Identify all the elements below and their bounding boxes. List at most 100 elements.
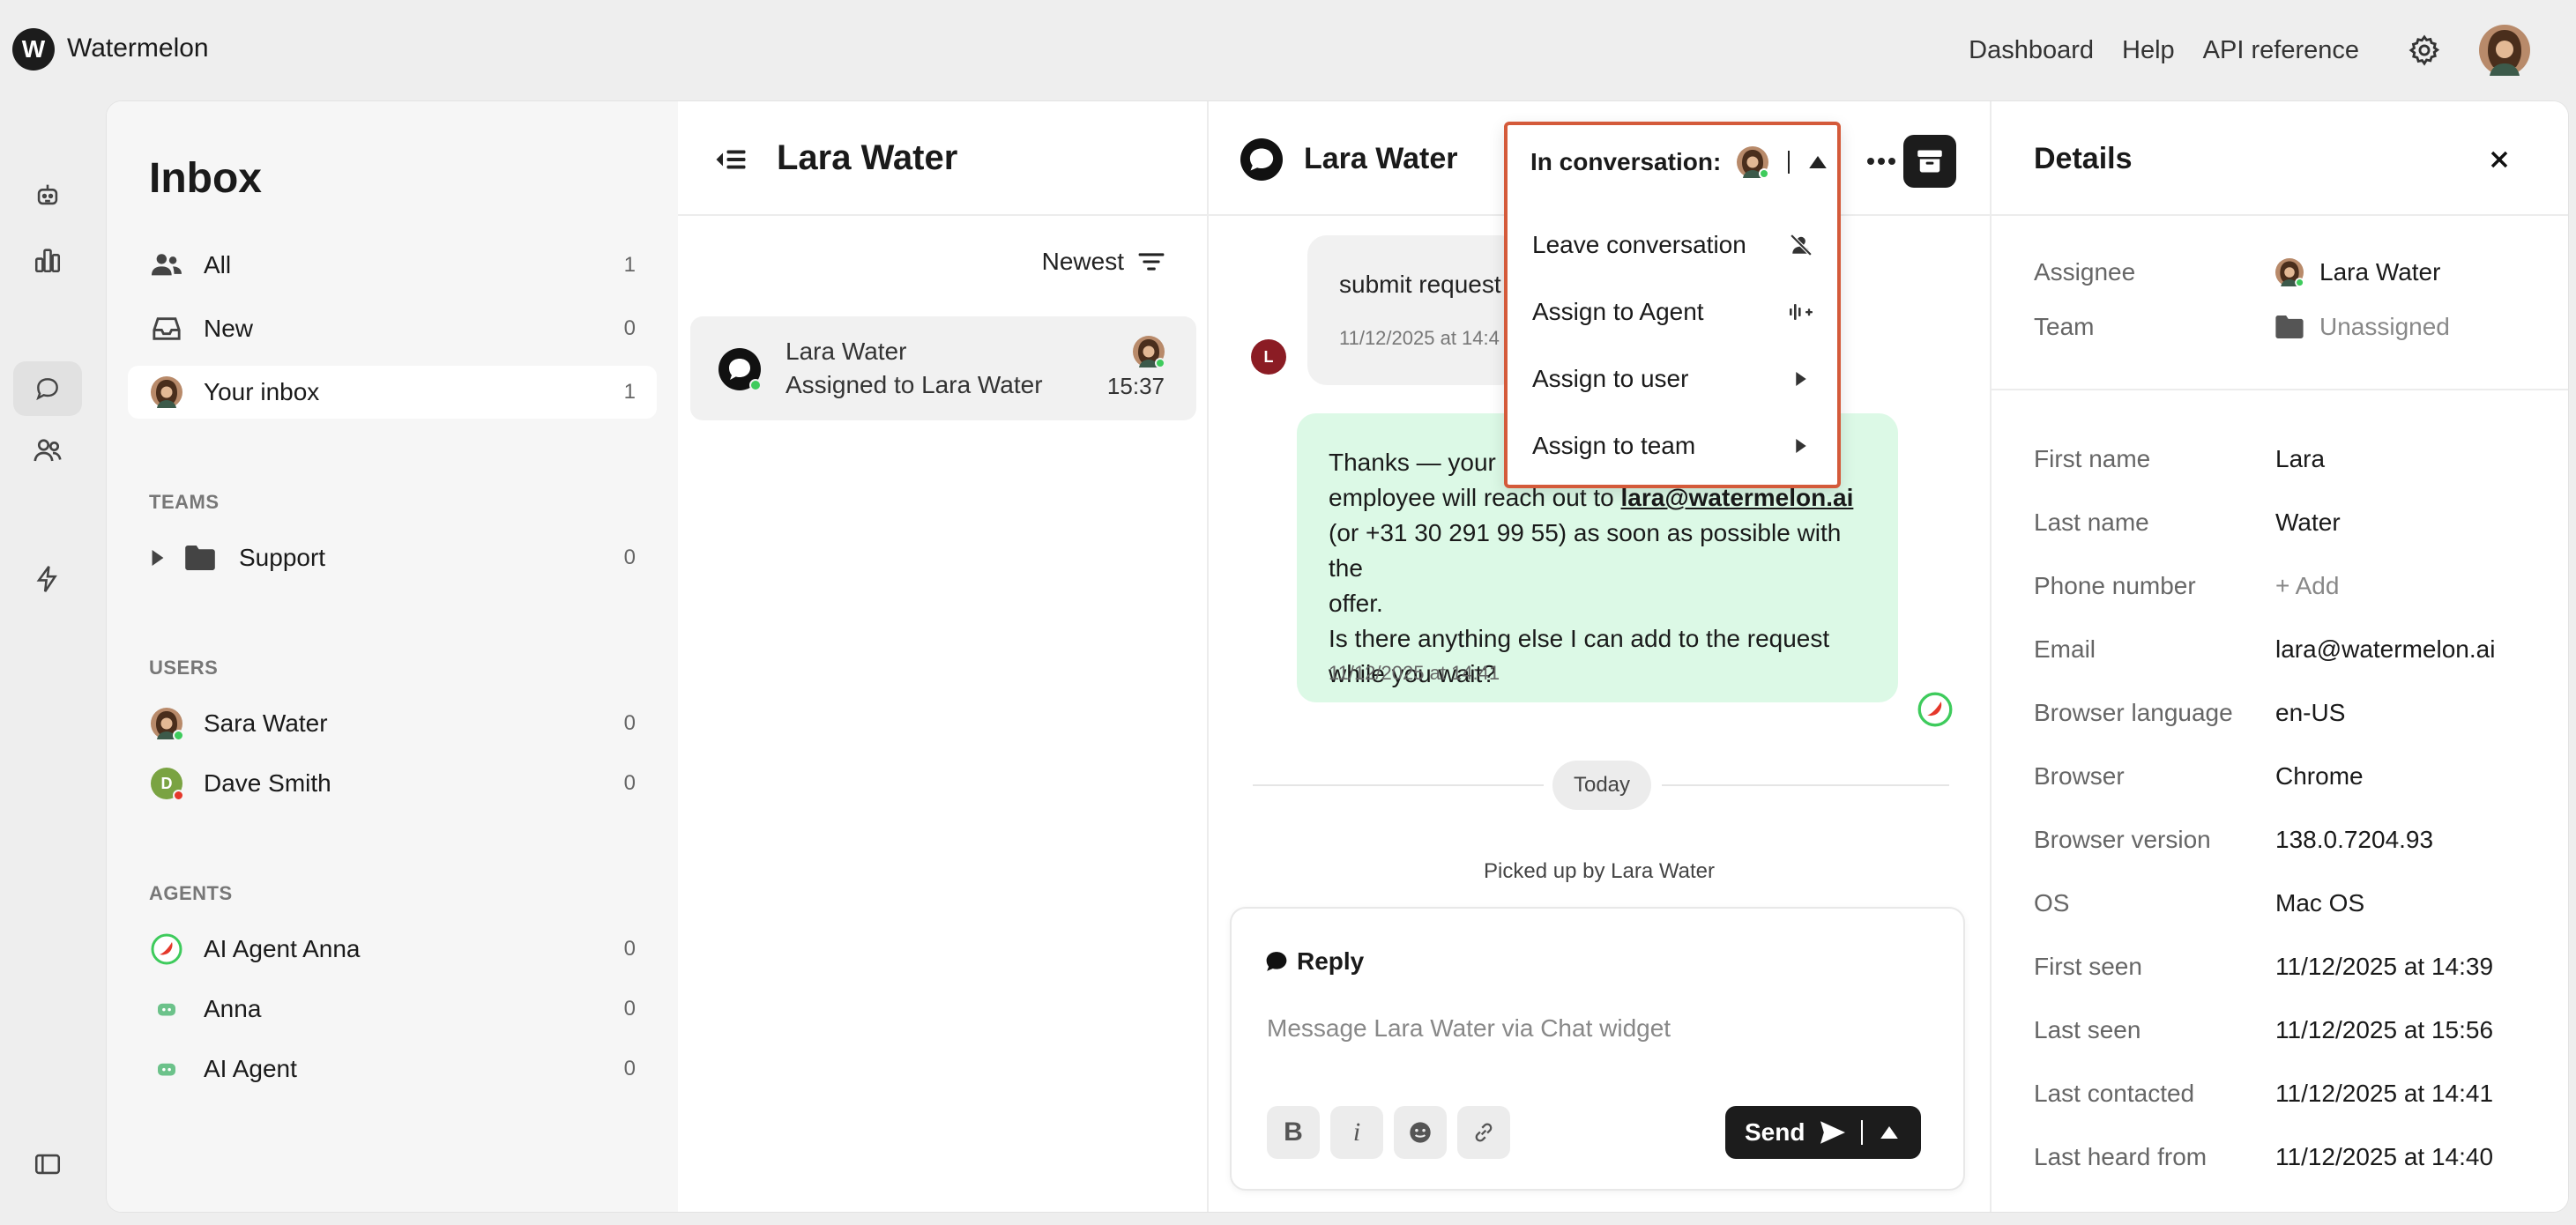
field-value: 11/12/2025 at 14:39: [2275, 953, 2494, 980]
gear-icon[interactable]: [2405, 31, 2444, 70]
conversation-contact-name: Lara Water: [785, 338, 907, 365]
detail-row-phone-number: Phone number + Add: [2034, 567, 2545, 605]
assign-to-team-item[interactable]: Assign to team: [1532, 419, 1814, 472]
bot-icon[interactable]: [29, 176, 66, 213]
app-logo[interactable]: W: [12, 28, 55, 71]
add-phone-button[interactable]: + Add: [2275, 572, 2339, 600]
team-row[interactable]: Team Unassigned: [2034, 308, 2545, 346]
assign-to-user-item[interactable]: Assign to user: [1532, 353, 1814, 405]
field-label: OS: [2034, 889, 2070, 917]
nav-count: 1: [623, 253, 636, 277]
nav-item-agent-anna[interactable]: Anna 0: [128, 983, 657, 1036]
date-divider-label: Today: [1552, 761, 1651, 810]
assignee-value: Lara Water: [2275, 258, 2440, 286]
field-label: Last seen: [2034, 1016, 2141, 1043]
field-label: Browser: [2034, 762, 2125, 790]
user-message-time: 11/12/2025 at 14:4: [1339, 327, 1500, 349]
field-label: Team: [2034, 313, 2095, 340]
nav-label: Sara Water: [204, 709, 328, 737]
emoji-button[interactable]: [1394, 1106, 1447, 1159]
user-message-bubble: submit request 11/12/2025 at 14:4: [1307, 235, 1519, 385]
caret-up-icon[interactable]: [1880, 1126, 1899, 1139]
nav-item-your-inbox[interactable]: Your inbox 1: [128, 366, 657, 419]
field-label: First name: [2034, 445, 2151, 472]
conversation-list: Lara Water Newest Lara Water Assigned to…: [678, 101, 1209, 1212]
bot-icon: [149, 1051, 184, 1087]
help-link[interactable]: Help: [2122, 36, 2175, 65]
conversation-list-item[interactable]: Lara Water Assigned to Lara Water 15:37: [690, 316, 1196, 420]
field-label: Phone number: [2034, 572, 2196, 599]
message-line: (or +31 30 291 99 55) as soon as possibl…: [1329, 519, 1842, 582]
detail-row-last-contacted: Last contacted 11/12/2025 at 14:41: [2034, 1074, 2545, 1113]
app-name: Watermelon: [67, 33, 209, 63]
details-header: Details: [1992, 101, 2568, 216]
field-label: Browser language: [2034, 699, 2233, 726]
contacts-icon[interactable]: [29, 432, 66, 469]
caret-up-icon[interactable]: [1809, 156, 1828, 168]
avatar: [1737, 146, 1769, 178]
speech-bubble-icon: [1265, 951, 1288, 972]
leave-conversation-item[interactable]: Leave conversation: [1532, 219, 1814, 271]
detail-row-browser-language: Browser language en-US: [2034, 694, 2545, 732]
filter-lines-icon: [1138, 251, 1165, 272]
automation-bolt-icon[interactable]: [29, 561, 66, 598]
nav-item-all[interactable]: All 1: [128, 239, 657, 292]
field-value: Lara: [2275, 445, 2326, 472]
avatar: [1133, 336, 1165, 368]
italic-button[interactable]: i: [1330, 1106, 1383, 1159]
in-conversation-trigger[interactable]: In conversation:: [1511, 134, 1834, 190]
api-reference-link[interactable]: API reference: [2203, 36, 2359, 65]
user-avatar[interactable]: [2479, 25, 2530, 76]
team-value: Unassigned: [2275, 313, 2450, 341]
list-title: Lara Water: [777, 138, 958, 177]
chat-widget-icon: [1240, 138, 1283, 181]
reply-composer: Reply B i Send: [1230, 907, 1965, 1191]
menu-item-label: Assign to team: [1532, 432, 1696, 459]
close-icon[interactable]: [2485, 145, 2513, 174]
field-value: Chrome: [2275, 762, 2364, 790]
collapse-list-icon[interactable]: [715, 145, 750, 177]
nav-count: 0: [623, 316, 636, 340]
sidebar-toggle-icon[interactable]: [29, 1146, 66, 1183]
nav-item-user-dave-smith[interactable]: D Dave Smith 0: [128, 757, 657, 810]
teams-section-title: TEAMS: [149, 491, 220, 513]
nav-count: 0: [623, 546, 636, 569]
nav-count: 0: [623, 771, 636, 795]
nav-label: Dave Smith: [204, 769, 331, 797]
users-icon: [149, 248, 184, 283]
nav-item-user-sara-water[interactable]: Sara Water 0: [128, 697, 657, 750]
sort-dropdown[interactable]: Newest: [1042, 248, 1165, 276]
menu-item-label: Assign to user: [1532, 365, 1689, 392]
analytics-icon[interactable]: [29, 241, 66, 278]
caret-right-icon[interactable]: [149, 540, 167, 575]
caret-right-icon: [1788, 433, 1814, 459]
bold-button[interactable]: B: [1267, 1106, 1320, 1159]
nav-item-agent-ai-agent[interactable]: AI Agent 0: [128, 1043, 657, 1095]
nav-item-new[interactable]: New 0: [128, 302, 657, 355]
link-button[interactable]: [1457, 1106, 1510, 1159]
nav-count: 0: [623, 937, 636, 961]
inbox-chat-icon[interactable]: [13, 361, 82, 416]
nav-item-team-support[interactable]: Support 0: [128, 531, 657, 584]
nav-label: Anna: [204, 995, 262, 1022]
assign-to-agent-item[interactable]: Assign to Agent: [1532, 286, 1814, 338]
detail-row-browser: Browser Chrome: [2034, 757, 2545, 796]
nav-item-agent-ai-agent-anna[interactable]: AI Agent Anna 0: [128, 923, 657, 976]
message-input[interactable]: [1267, 1009, 1937, 1048]
detail-row-last-seen: Last seen 11/12/2025 at 15:56: [2034, 1011, 2545, 1050]
field-value: en-US: [2275, 699, 2346, 726]
more-options-icon[interactable]: [1858, 142, 1905, 181]
list-header: Lara Water: [678, 101, 1207, 216]
field-value: 11/12/2025 at 15:56: [2275, 1016, 2494, 1043]
archive-icon: [1917, 150, 1942, 173]
reply-mode-label[interactable]: Reply: [1297, 947, 1364, 976]
assignee-row[interactable]: Assignee Lara Water: [2034, 253, 2545, 292]
nav-label: Your inbox: [204, 378, 320, 405]
field-label: Last contacted: [2034, 1080, 2195, 1107]
detail-row-browser-version: Browser version 138.0.7204.93: [2034, 820, 2545, 859]
field-label: Last heard from: [2034, 1143, 2207, 1170]
archive-button[interactable]: [1903, 135, 1956, 188]
watermelon-agent-icon: [149, 932, 184, 967]
send-button[interactable]: Send: [1725, 1106, 1921, 1159]
dashboard-link[interactable]: Dashboard: [1969, 36, 2094, 65]
